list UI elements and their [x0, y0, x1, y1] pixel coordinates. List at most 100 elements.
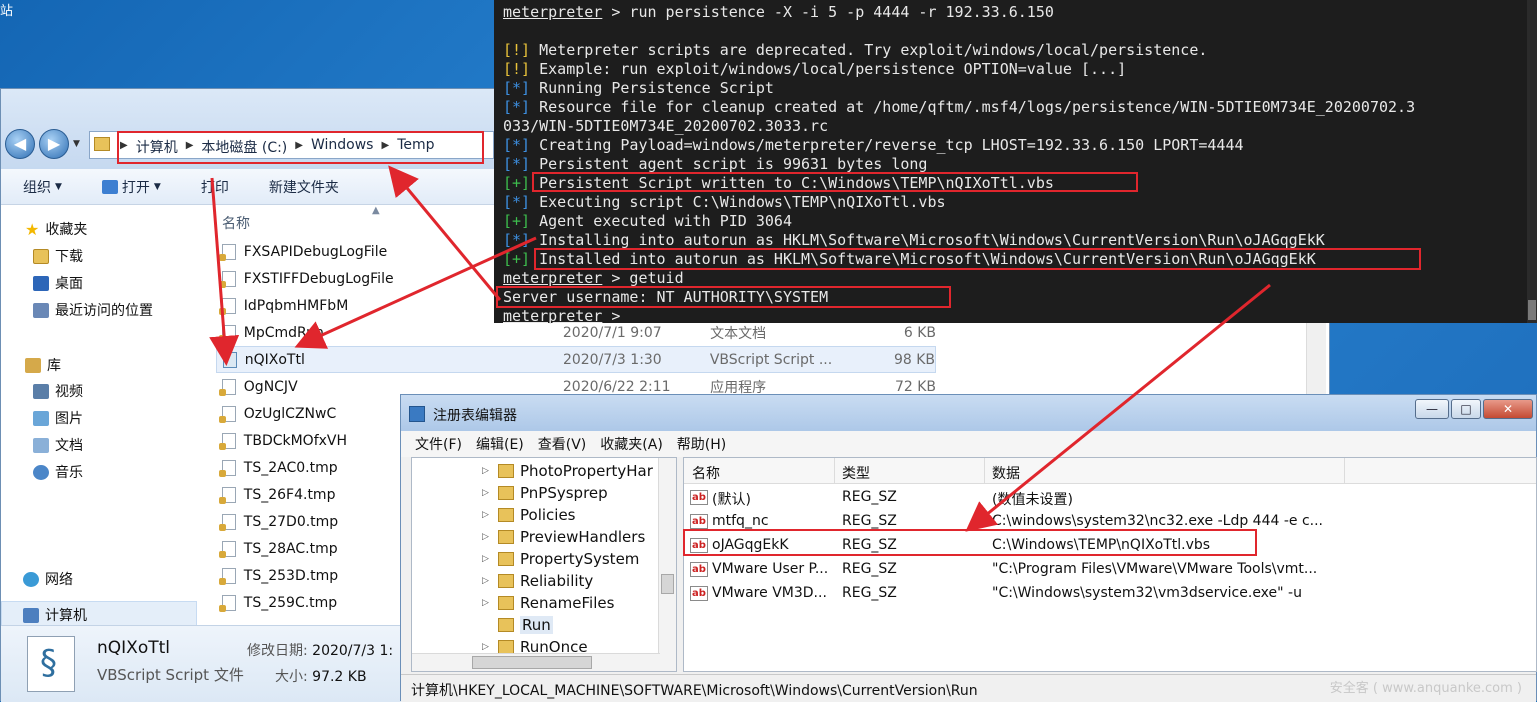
- back-button[interactable]: ◀: [5, 129, 35, 159]
- vbscript-file-icon: [27, 636, 75, 692]
- terminal-text: Installing into autorun as HKLM\Software…: [530, 231, 1325, 249]
- print-button[interactable]: 打印: [201, 177, 229, 197]
- tree-scroll-thumb[interactable]: [661, 574, 674, 594]
- tree-horizontal-scrollbar[interactable]: [412, 653, 660, 671]
- value-type: REG_SZ: [842, 585, 897, 601]
- menu-bar: 文件(F) 编辑(E) 查看(V) 收藏夹(A) 帮助(H): [401, 431, 1536, 457]
- close-button[interactable]: ✕: [1483, 399, 1533, 419]
- tree-item[interactable]: ▷ RenameFiles: [482, 594, 614, 612]
- tree-item[interactable]: ▷ Reliability: [482, 572, 593, 590]
- terminal-line: [*] Resource file for cleanup created at…: [503, 98, 1415, 117]
- print-label: 打印: [200, 179, 229, 196]
- menu-favorites[interactable]: 收藏夹(A): [600, 434, 663, 454]
- menu-edit[interactable]: 编辑(E): [476, 434, 524, 454]
- details-file-name: nQIXoTtl: [97, 638, 170, 658]
- menu-file[interactable]: 文件(F): [415, 434, 462, 454]
- file-date: 2020/7/3 1:30: [562, 351, 662, 368]
- folder-icon: [498, 574, 514, 588]
- tree-vertical-scrollbar[interactable]: [658, 458, 676, 671]
- column-header-type[interactable]: 类型: [842, 463, 870, 483]
- minimize-button[interactable]: —: [1415, 399, 1449, 419]
- tree-item-label: PhotoPropertyHar: [520, 462, 653, 480]
- sidebar-item-desktop[interactable]: 桌面: [33, 273, 83, 293]
- computer-icon: [23, 607, 39, 623]
- tree-item[interactable]: ▷ PnPSysprep: [482, 484, 608, 502]
- file-size: 6 KB: [903, 324, 936, 341]
- history-dropdown-icon[interactable]: ▼: [73, 139, 80, 149]
- value-data: (数值未设置): [992, 492, 1073, 508]
- terminal-prompt: meterpreter: [503, 269, 603, 287]
- annotation-box-registry-value: [683, 529, 1257, 556]
- registry-value-row[interactable]: ab VMware VM3D... REG_SZ "C:\Windows\system…: [684, 582, 1536, 606]
- menu-view[interactable]: 查看(V): [538, 434, 587, 454]
- video-icon: [33, 383, 49, 399]
- open-button[interactable]: 打开 ▼: [101, 177, 161, 197]
- sidebar-item-label: 音乐: [55, 465, 83, 481]
- details-file-type: VBScript Script 文件: [97, 666, 244, 684]
- sidebar-item-network[interactable]: 网络: [23, 569, 73, 589]
- column-divider[interactable]: [834, 458, 835, 484]
- column-header-name[interactable]: 名称: [692, 463, 720, 483]
- terminal-line: 033/WIN-5DTIE0M734E_20200702.3033.rc: [503, 117, 828, 136]
- registry-value-row[interactable]: ab (默认) REG_SZ (数值未设置): [684, 486, 1536, 510]
- terminal-status-prefix: [*]: [503, 98, 531, 116]
- terminal-text: Example: run exploit/windows/local/persi…: [530, 60, 1127, 78]
- expand-arrow-icon[interactable]: ▷: [482, 576, 492, 586]
- terminal-text: Agent executed with PID 3064: [530, 212, 792, 230]
- expand-arrow-icon[interactable]: ▷: [482, 554, 492, 564]
- sidebar-item-computer[interactable]: 计算机: [23, 605, 87, 625]
- new-folder-label: 新建文件夹: [268, 179, 339, 196]
- terminal-scrollbar[interactable]: [1527, 0, 1537, 323]
- sidebar-item-downloads[interactable]: 下载: [33, 246, 83, 266]
- sidebar-item-documents[interactable]: 文档: [33, 435, 83, 455]
- sidebar-item-pictures[interactable]: 图片: [33, 408, 83, 428]
- file-lock-icon: [219, 324, 236, 342]
- tree-item[interactable]: ▷ Policies: [482, 506, 575, 524]
- registry-editor-titlebar[interactable]: 注册表编辑器 — □ ✕: [401, 395, 1536, 431]
- folder-icon: [498, 486, 514, 500]
- file-lock-icon: [219, 270, 236, 288]
- file-lock-icon: [219, 513, 236, 531]
- folder-icon: [498, 552, 514, 566]
- expand-arrow-icon[interactable]: ▷: [482, 598, 492, 608]
- sidebar-item-favorites[interactable]: ★ 收藏夹: [25, 219, 87, 239]
- maximize-button[interactable]: □: [1451, 399, 1481, 419]
- sidebar-item-label: 库: [47, 358, 61, 374]
- value-type: REG_SZ: [842, 489, 897, 505]
- tree-item[interactable]: ▷ PreviewHandlers: [482, 528, 645, 546]
- terminal-text: Creating Payload=windows/meterpreter/rev…: [530, 136, 1244, 154]
- folder-icon: [498, 596, 514, 610]
- column-divider[interactable]: [984, 458, 985, 484]
- terminal-window[interactable]: meterpreter > run persistence -X -i 5 -p…: [494, 0, 1537, 325]
- forward-button[interactable]: ▶: [39, 129, 69, 159]
- menu-help[interactable]: 帮助(H): [677, 434, 726, 454]
- terminal-text: Persistent agent script is 99631 bytes l…: [530, 155, 928, 173]
- column-divider[interactable]: [1344, 458, 1345, 484]
- registry-value-row[interactable]: ab VMware User P... REG_SZ "C:\Program File…: [684, 558, 1536, 582]
- tree-item[interactable]: ▷ PhotoPropertyHar: [482, 462, 653, 480]
- sidebar-item-music[interactable]: 音乐: [33, 462, 83, 482]
- sidebar-item-videos[interactable]: 视频: [33, 381, 83, 401]
- column-header-name[interactable]: 名称: [222, 213, 250, 233]
- sidebar-item-recent[interactable]: 最近访问的位置: [33, 300, 153, 320]
- chevron-down-icon: ▼: [55, 181, 62, 192]
- annotation-box-autorun: [534, 248, 1421, 270]
- expand-arrow-icon[interactable]: ▷: [482, 642, 492, 652]
- tree-item[interactable]: Run: [482, 616, 553, 634]
- tree-item[interactable]: ▷ PropertySystem: [482, 550, 639, 568]
- expand-arrow-icon[interactable]: ▷: [482, 510, 492, 520]
- tree-item-label: PreviewHandlers: [520, 528, 646, 546]
- terminal-scroll-thumb[interactable]: [1528, 300, 1536, 320]
- tree-hscroll-thumb[interactable]: [472, 656, 592, 669]
- file-row[interactable]: nQIXoTtl 2020/7/3 1:30 VBScript Script ...…: [216, 346, 936, 373]
- new-folder-button[interactable]: 新建文件夹: [269, 177, 339, 197]
- column-header-data[interactable]: 数据: [992, 463, 1020, 483]
- network-icon: [23, 571, 39, 587]
- expand-arrow-icon[interactable]: ▷: [482, 532, 492, 542]
- registry-key-tree: ▷ PhotoPropertyHar ▷ PnPSysprep ▷ Policies ▷ Pr…: [411, 457, 677, 672]
- expand-arrow-icon[interactable]: ▷: [482, 466, 492, 476]
- sidebar-item-libraries[interactable]: 库: [25, 355, 61, 375]
- organize-button[interactable]: 组织 ▼: [23, 177, 62, 197]
- expand-arrow-icon[interactable]: ▷: [482, 488, 492, 498]
- sidebar-item-label: 下载: [55, 249, 83, 265]
